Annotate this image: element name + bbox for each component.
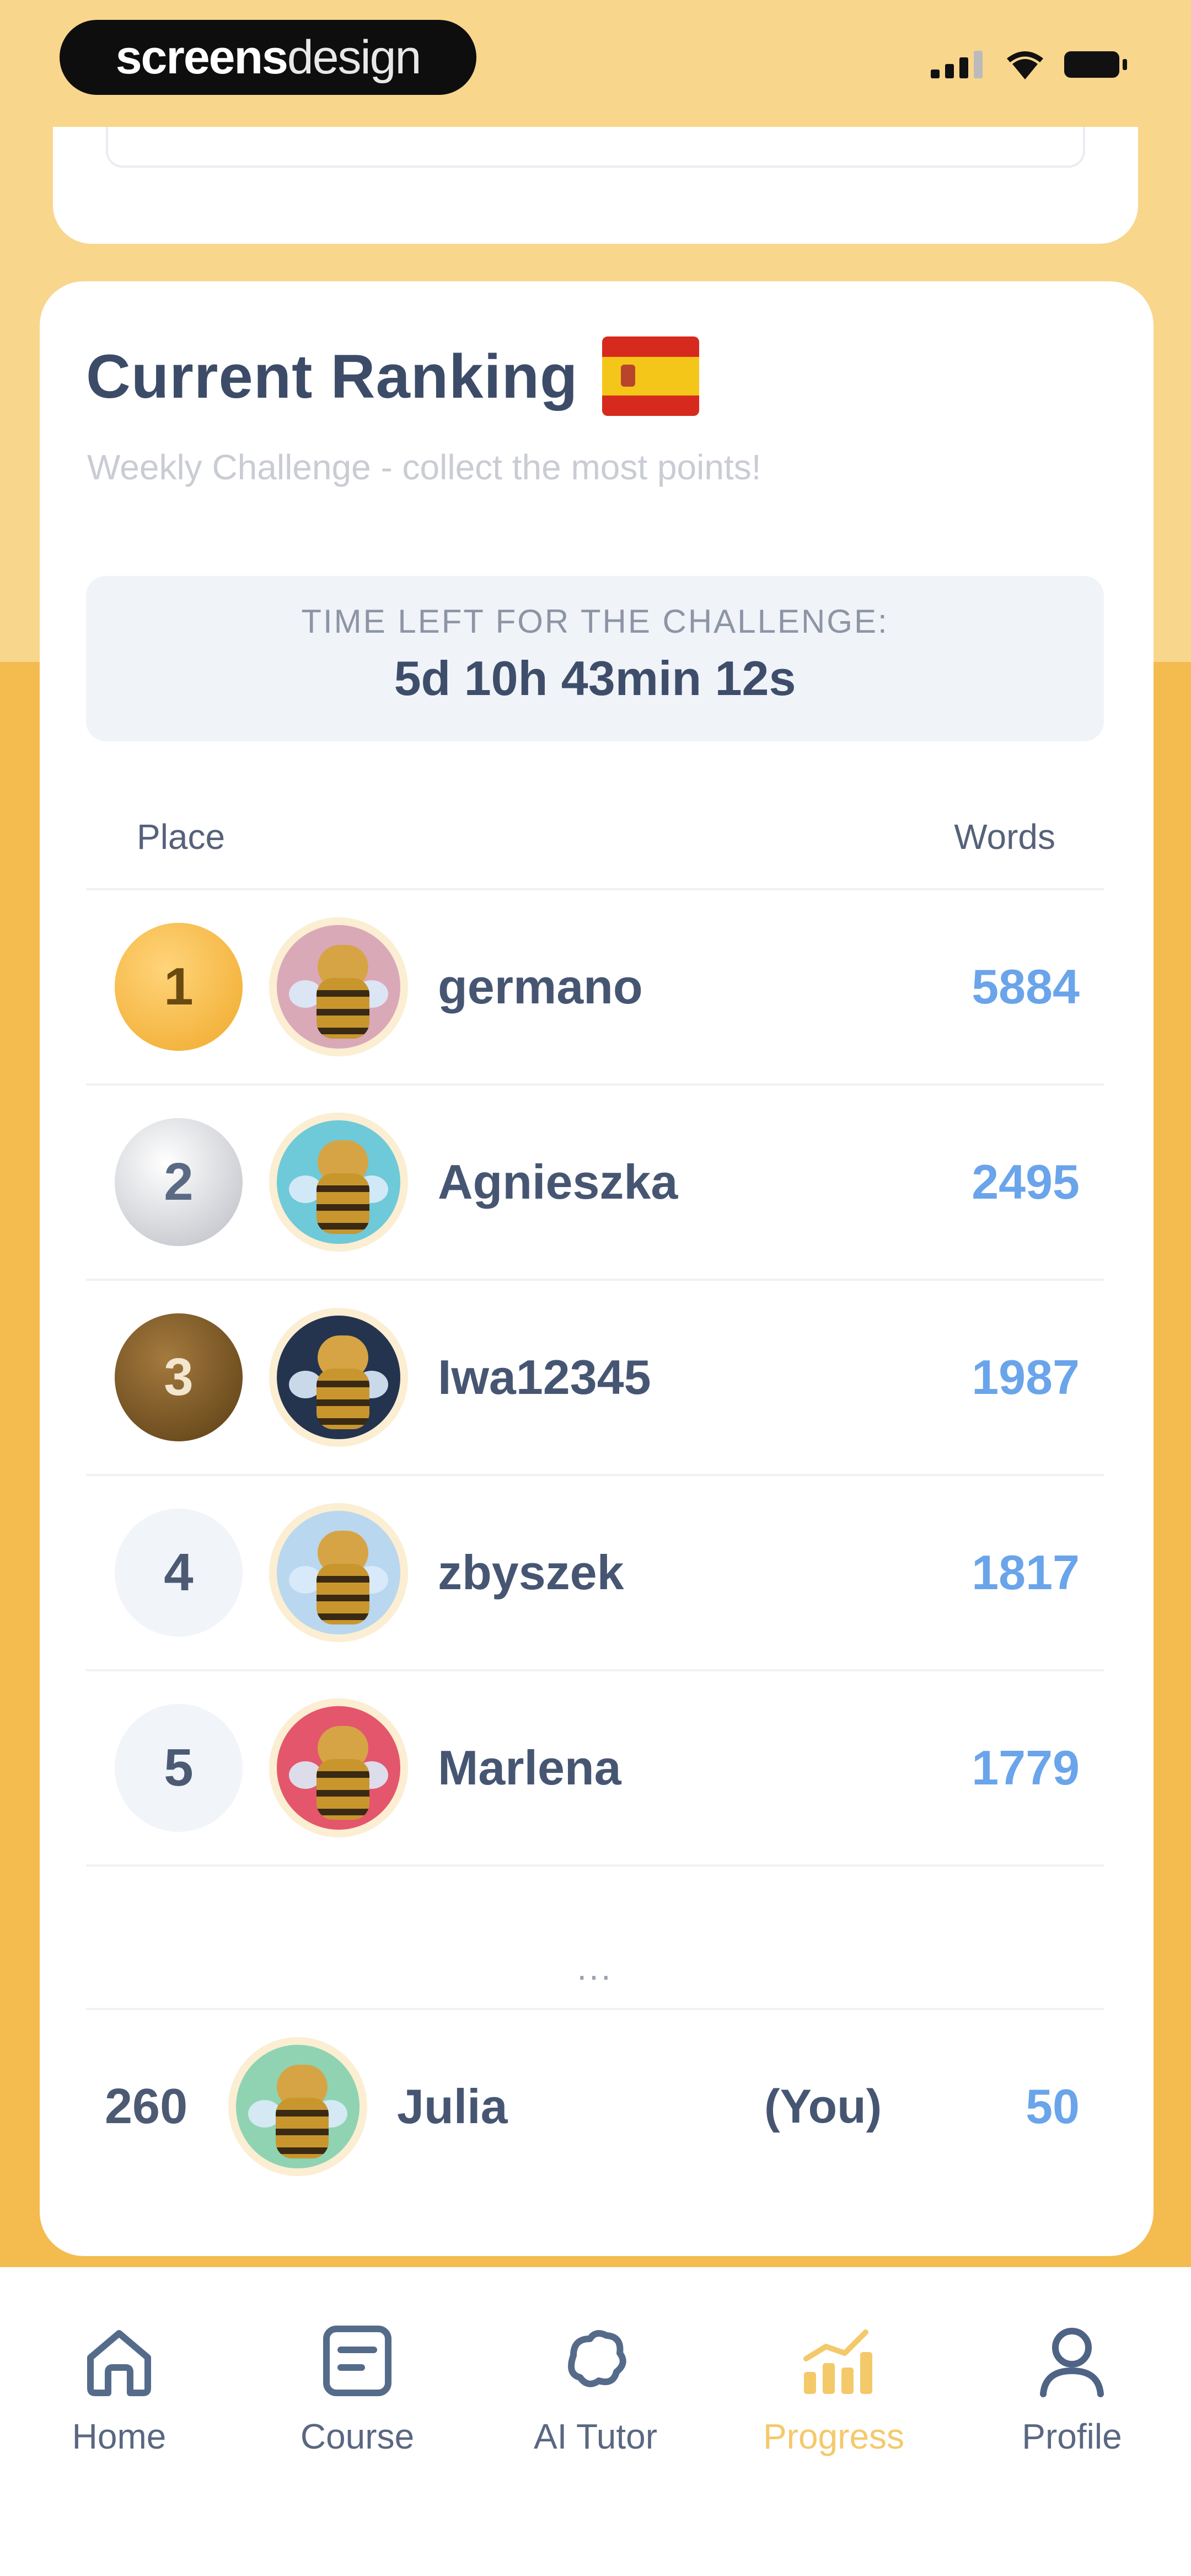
profile-icon [1040, 2328, 1104, 2397]
tab-course-label: Course [300, 2417, 415, 2456]
word-count: 1987 [972, 1350, 1080, 1404]
list-ellipsis: ... [577, 1948, 613, 1987]
status-bar: screens design [0, 0, 1191, 127]
wifi-icon [1007, 51, 1043, 79]
word-count: 2495 [972, 1155, 1080, 1209]
ranking-card: Current Ranking Weekly Challenge - colle… [40, 281, 1154, 2256]
place-badge: 5 [115, 1704, 243, 1832]
ranking-row[interactable]: 1 germano 5884 [86, 888, 1104, 1083]
brand-logo: screens design [60, 20, 476, 95]
column-header-words: Words [954, 817, 1055, 857]
column-header-place: Place [137, 817, 226, 857]
tab-profile-label: Profile [1022, 2417, 1122, 2456]
page-title: Current Ranking [86, 341, 578, 411]
previous-card [53, 127, 1138, 244]
avatar [269, 1308, 408, 1447]
tab-home[interactable]: Home [20, 2317, 218, 2457]
gold-medal-icon: 1 [115, 923, 243, 1051]
avatar [228, 2037, 367, 2176]
challenge-timer: TIME LEFT FOR THE CHALLENGE: 5d 10h 43mi… [86, 576, 1104, 741]
tab-profile[interactable]: Profile [973, 2317, 1171, 2457]
ranking-subtitle: Weekly Challenge - collect the most poin… [87, 447, 761, 487]
ai-tutor-icon [568, 2330, 626, 2387]
word-count: 5884 [972, 959, 1080, 1014]
previous-card-field [106, 127, 1085, 168]
brand-logo-part2: design [287, 30, 421, 84]
ranking-list: 1 germano 5884 2 Agnieszka 2495 3 Iwa123… [86, 888, 1104, 1867]
word-count: 1779 [972, 1740, 1080, 1795]
username: Marlena [438, 1740, 621, 1795]
ranking-row[interactable]: 5 Marlena 1779 [86, 1669, 1104, 1867]
username: Iwa12345 [438, 1350, 651, 1404]
battery-icon [1064, 51, 1127, 78]
status-icons [931, 50, 1127, 79]
bronze-medal-icon: 3 [115, 1313, 243, 1441]
ranking-row[interactable]: 4 zbyszek 1817 [86, 1474, 1104, 1669]
avatar [269, 1503, 408, 1642]
avatar [269, 1698, 408, 1837]
tab-home-label: Home [72, 2417, 167, 2456]
username: Julia [397, 2079, 508, 2134]
ranking-title-row: Current Ranking [86, 336, 700, 416]
brand-logo-part1: screens [115, 30, 288, 84]
username: zbyszek [438, 1545, 624, 1600]
tab-ai-tutor[interactable]: AI Tutor [496, 2317, 695, 2457]
timer-label: TIME LEFT FOR THE CHALLENGE: [301, 603, 889, 640]
spain-flag-icon [602, 336, 700, 416]
tab-course[interactable]: Course [258, 2317, 457, 2457]
tab-progress-label: Progress [763, 2417, 905, 2456]
avatar [269, 917, 408, 1056]
bottom-tab-bar: Home Course AI Tutor Progress Profile [0, 2267, 1191, 2576]
current-user-row[interactable]: 260 Julia (You) 50 [86, 2008, 1104, 2203]
progress-icon [803, 2329, 872, 2394]
word-count: 1817 [972, 1545, 1080, 1600]
you-tag: (You) [764, 2080, 882, 2133]
username: germano [438, 959, 643, 1014]
tab-progress[interactable]: Progress [734, 2317, 933, 2457]
course-icon [323, 2326, 391, 2396]
word-count: 50 [1026, 2079, 1080, 2134]
ranking-row[interactable]: 3 Iwa12345 1987 [86, 1279, 1104, 1474]
signal-icon [931, 51, 983, 78]
place-badge: 4 [115, 1509, 243, 1637]
username: Agnieszka [438, 1155, 678, 1209]
timer-value: 5d 10h 43min 12s [394, 651, 796, 706]
ranking-row[interactable]: 2 Agnieszka 2495 [86, 1083, 1104, 1279]
current-user-place: 260 [105, 2078, 188, 2134]
home-icon [87, 2330, 151, 2396]
silver-medal-icon: 2 [115, 1118, 243, 1246]
tab-ai-tutor-label: AI Tutor [533, 2417, 658, 2456]
avatar [269, 1113, 408, 1252]
